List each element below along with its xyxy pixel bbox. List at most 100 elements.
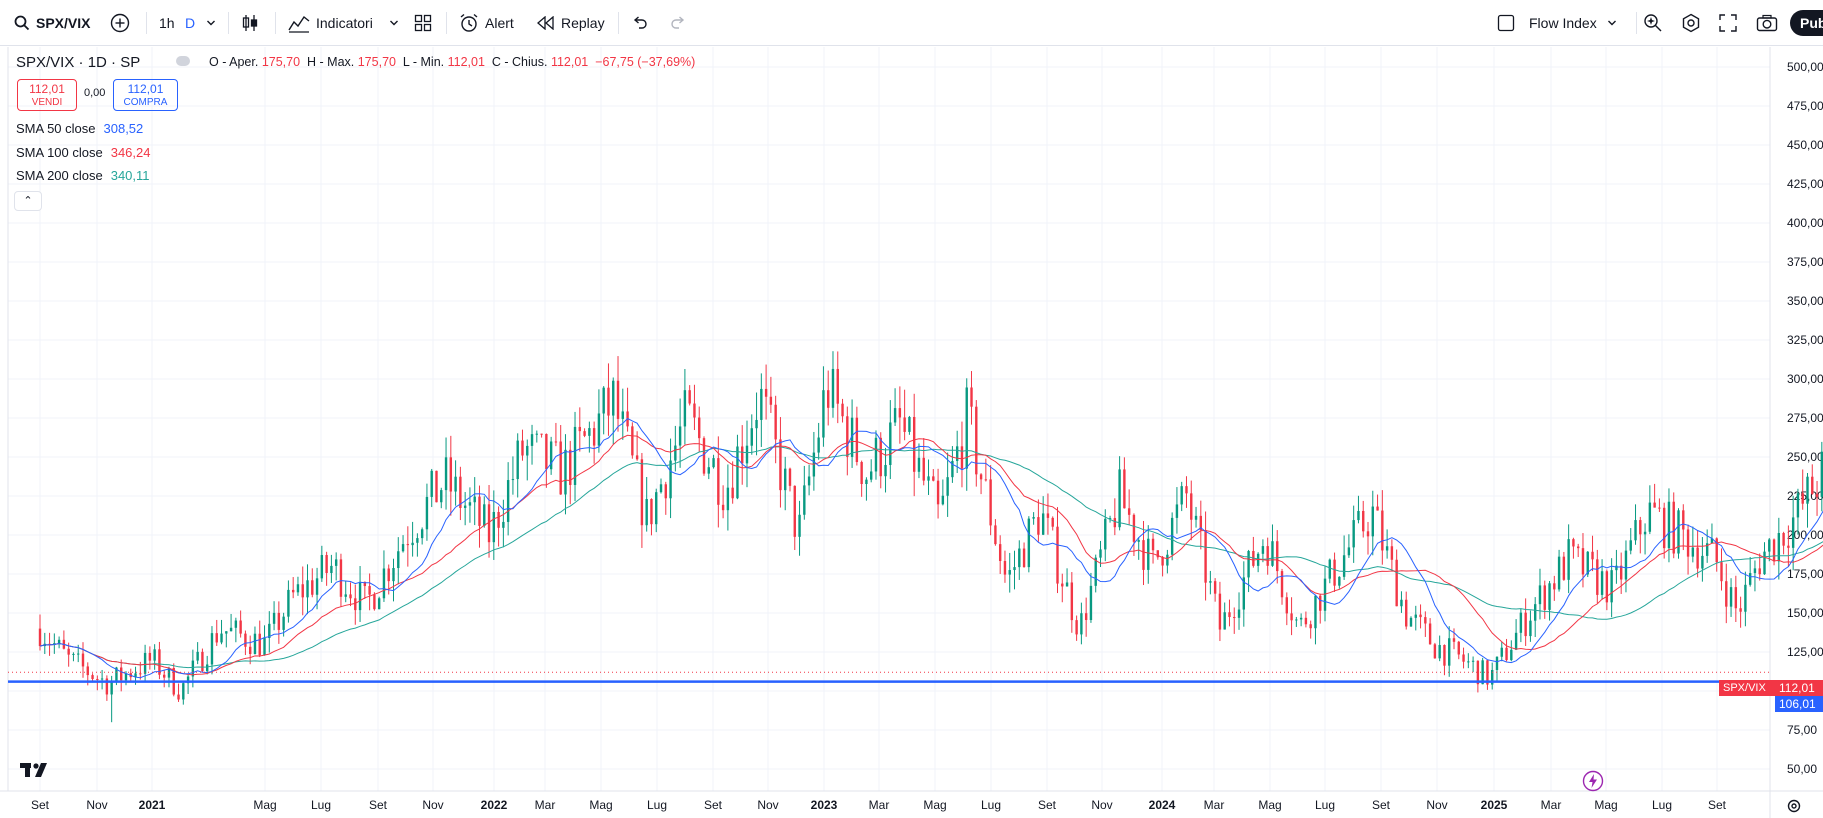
candle <box>1548 580 1551 621</box>
open-value: 175,70 <box>261 55 301 69</box>
candle <box>444 437 448 510</box>
x-tick-label: Mag <box>253 798 276 812</box>
high-value: 175,70 <box>357 55 396 69</box>
layouts-button[interactable] <box>414 0 432 46</box>
chevron-down-icon <box>1607 20 1616 26</box>
candle <box>1553 575 1556 601</box>
snapshot-button[interactable] <box>1756 0 1778 46</box>
candle <box>72 652 75 662</box>
undo-button[interactable] <box>632 0 648 46</box>
open-label: O - Aper. <box>209 55 259 69</box>
indicators-dropdown[interactable] <box>389 0 399 46</box>
interval-1h-button[interactable]: 1h <box>159 0 175 46</box>
tradingview-logo-icon[interactable] <box>20 763 52 779</box>
candle <box>1725 563 1728 624</box>
redo-icon <box>671 16 685 29</box>
candle <box>62 630 66 650</box>
candle <box>898 386 902 444</box>
symbol-search-button[interactable]: SPX/VIX <box>14 0 90 46</box>
candle <box>865 477 868 501</box>
legend-title-row: SPX/VIX · 1D · SP <box>16 53 140 71</box>
x-tick-label: Lug <box>647 798 667 812</box>
candle <box>234 617 238 643</box>
candle <box>120 659 123 692</box>
candle <box>440 487 443 509</box>
magic-search-icon <box>1644 14 1662 32</box>
candle <box>564 434 567 515</box>
x-tick-label: 2022 <box>481 798 508 812</box>
candle <box>841 398 844 423</box>
sma100-legend[interactable]: SMA 100 close 346,24 <box>16 145 150 160</box>
compare-symbol-button[interactable] <box>110 0 130 46</box>
candle <box>664 481 667 515</box>
publish-button[interactable]: Pub <box>1790 10 1823 36</box>
candle <box>1510 640 1513 662</box>
candle <box>998 535 1002 574</box>
candle <box>669 438 672 519</box>
interval-alt-label: D <box>185 15 196 31</box>
candle <box>1142 520 1145 586</box>
indicators-button[interactable]: Indicatori <box>288 0 373 46</box>
collapse-legend-button[interactable]: ⌃ <box>14 191 42 211</box>
gear-icon[interactable] <box>1786 798 1802 814</box>
visibility-toggle-icon[interactable] <box>176 56 190 66</box>
candle <box>1629 528 1632 555</box>
sma200-label: SMA 200 close <box>16 168 103 183</box>
candle <box>831 351 835 418</box>
alert-button[interactable]: Alert <box>459 0 514 46</box>
redo-button[interactable] <box>670 0 686 46</box>
candle <box>516 433 519 498</box>
lightning-icon[interactable] <box>1582 770 1604 792</box>
candle <box>1529 610 1532 642</box>
candle <box>1677 508 1680 559</box>
price-chart[interactable]: 500,00 475,00 450,00 425,00 400,00 375,00 350,… <box>0 47 1823 818</box>
candle <box>1309 620 1312 639</box>
layout-select-button[interactable]: Flow Index <box>1497 0 1617 46</box>
sell-button[interactable]: 112,01 VENDI <box>17 79 77 111</box>
x-tick-label: Mag <box>1594 798 1617 812</box>
candle <box>1137 537 1140 560</box>
candle <box>1534 597 1537 638</box>
candle <box>1524 598 1527 647</box>
symbol-label: SPX/VIX <box>36 15 91 31</box>
buy-price: 112,01 <box>127 82 164 96</box>
x-tick-label: Nov <box>86 798 107 812</box>
alert-label: Alert <box>485 15 514 31</box>
candle <box>1753 560 1757 592</box>
quick-search-button[interactable] <box>1643 0 1663 46</box>
y-tick-label: 250,00 <box>1787 450 1823 464</box>
interval-dropdown[interactable] <box>206 0 216 46</box>
candle <box>583 428 586 438</box>
candle <box>349 582 352 607</box>
chevron-down-icon <box>207 20 215 26</box>
candle <box>640 452 644 548</box>
candle <box>1782 531 1785 555</box>
buy-button[interactable]: 112,01 COMPRA <box>113 79 178 111</box>
candle <box>1027 516 1031 573</box>
candle <box>354 584 357 625</box>
chart-area[interactable]: 500,00 475,00 450,00 425,00 400,00 375,00 350,… <box>0 47 1823 818</box>
last-price-tag: 112,01 <box>1775 680 1823 696</box>
fullscreen-button[interactable] <box>1719 0 1737 46</box>
candle <box>502 499 505 548</box>
candle <box>1147 525 1150 584</box>
candle <box>148 646 152 670</box>
candle <box>616 356 620 432</box>
sell-price: 112,01 <box>29 82 65 96</box>
replay-button[interactable]: Replay <box>537 0 605 46</box>
candle <box>1008 552 1011 593</box>
y-tick-label: 375,00 <box>1787 255 1823 269</box>
y-tick-label: 75,00 <box>1787 723 1817 737</box>
sma50-legend[interactable]: SMA 50 close 308,52 <box>16 121 143 136</box>
ohlc-values: O - Aper. 175,70 H - Max. 175,70 L - Min… <box>209 54 695 70</box>
chart-type-button[interactable] <box>240 0 260 46</box>
sell-label: VENDI <box>31 97 63 108</box>
candle <box>803 465 806 520</box>
candle <box>793 485 796 551</box>
sma200-legend[interactable]: SMA 200 close 340,11 <box>16 168 150 183</box>
candle <box>626 387 629 432</box>
chevron-down-icon <box>390 20 398 26</box>
interval-d-button[interactable]: D <box>185 0 195 46</box>
settings-button[interactable] <box>1681 0 1701 46</box>
candle <box>941 479 945 506</box>
